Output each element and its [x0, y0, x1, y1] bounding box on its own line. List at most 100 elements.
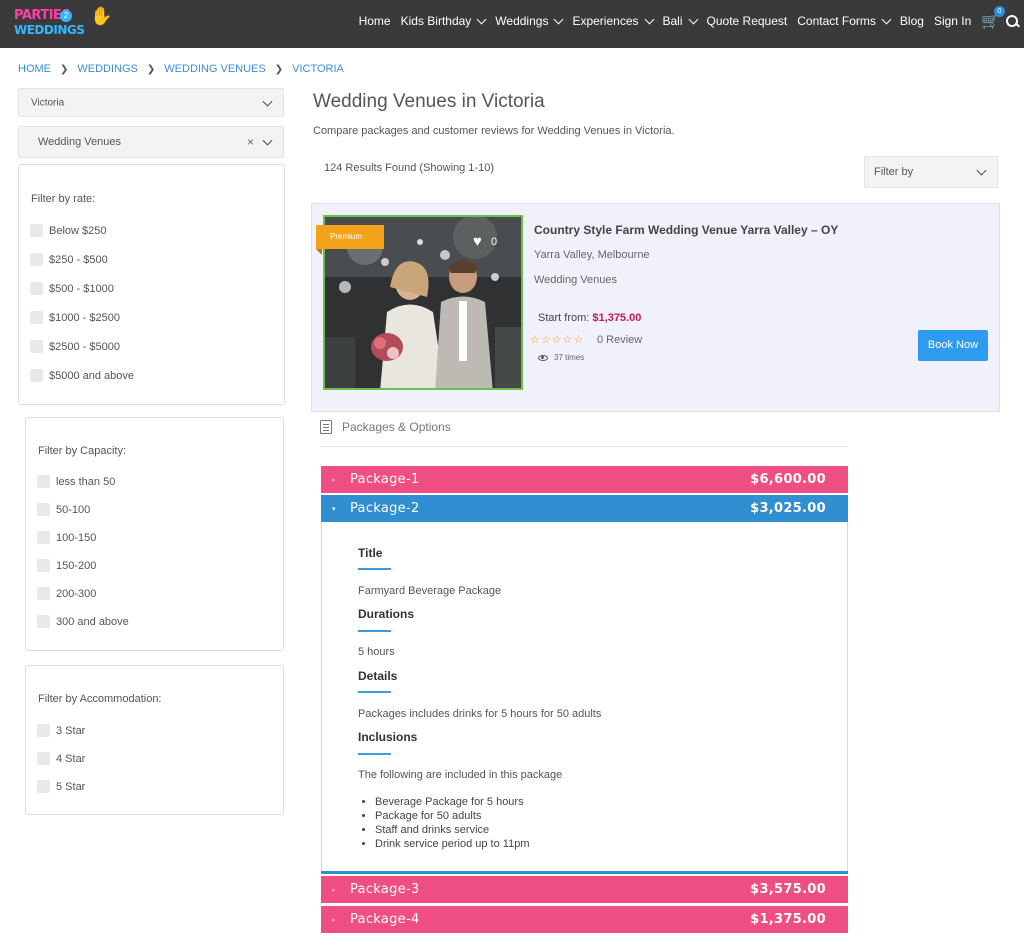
eye-icon [538, 354, 548, 361]
nav-blog[interactable]: Blog [900, 14, 924, 28]
heart-icon[interactable]: ♥ [473, 233, 482, 250]
checkbox[interactable] [37, 752, 50, 765]
detail-details-value: Packages includes drinks for 5 hours for… [358, 708, 602, 720]
rate-option[interactable]: $2500 - $5000 [30, 340, 120, 353]
site-logo[interactable]: PARTIES 2 WEDDINGS ✋ [14, 6, 112, 40]
package-name: Package-4 [350, 912, 420, 927]
main-nav: Home Kids Birthday Weddings Experiences … [349, 0, 1018, 42]
expand-icon: ▸ [332, 885, 336, 894]
top-navbar: PARTIES 2 WEDDINGS ✋ Home Kids Birthday … [0, 0, 1024, 48]
list-item: Beverage Package for 5 hours [375, 795, 529, 809]
checkbox[interactable] [37, 475, 50, 488]
checkbox[interactable] [37, 531, 50, 544]
location-select[interactable]: Victoria [18, 88, 284, 117]
cart-count: 0 [994, 6, 1005, 17]
venue-category: Wedding Venues [534, 274, 617, 286]
nav-bali[interactable]: Bali [663, 14, 698, 28]
inclusions-list: Beverage Package for 5 hours Package for… [375, 795, 529, 851]
book-now-button[interactable]: Book Now [918, 330, 988, 361]
review-count[interactable]: 0 Review [597, 334, 642, 346]
checkbox[interactable] [30, 311, 43, 324]
breadcrumb-victoria[interactable]: VICTORIA [292, 63, 344, 75]
page-subtitle: Compare packages and customer reviews fo… [313, 125, 675, 137]
detail-durations-value: 5 hours [358, 646, 395, 658]
list-item: Package for 50 adults [375, 809, 529, 823]
checkbox[interactable] [30, 224, 43, 237]
nav-weddings[interactable]: Weddings [495, 14, 564, 28]
chevron-down-icon [688, 14, 698, 24]
breadcrumb-weddings[interactable]: WEDDINGS [77, 63, 138, 75]
capacity-option[interactable]: 50-100 [37, 503, 90, 516]
search-icon[interactable] [1006, 15, 1018, 27]
clear-icon[interactable]: × [247, 135, 254, 149]
package-name: Package-2 [350, 501, 420, 516]
nav-sign-in[interactable]: Sign In [934, 14, 971, 28]
checkbox[interactable] [37, 615, 50, 628]
detail-inclusions-label: Inclusions [358, 730, 418, 744]
premium-badge: Premium [316, 225, 384, 255]
capacity-option[interactable]: less than 50 [37, 475, 115, 488]
chevron-down-icon [976, 165, 987, 176]
rate-option[interactable]: $1000 - $2500 [30, 311, 120, 324]
divider [320, 446, 848, 447]
category-select[interactable]: Wedding Venues × [18, 126, 284, 158]
accommodation-option[interactable]: 3 Star [37, 724, 85, 737]
package-row[interactable]: ▾ Package-2 $3,025.00 [321, 495, 848, 522]
checkbox[interactable] [30, 340, 43, 353]
capacity-option[interactable]: 100-150 [37, 531, 96, 544]
package-name: Package-1 [350, 472, 420, 487]
logo-line2: WEDDINGS [14, 23, 85, 37]
checkbox[interactable] [30, 253, 43, 266]
rate-option[interactable]: $500 - $1000 [30, 282, 114, 295]
category-select-value: Wedding Venues [38, 136, 121, 148]
panel-bottom-bar [321, 871, 848, 874]
venue-title[interactable]: Country Style Farm Wedding Venue Yarra V… [534, 223, 838, 237]
nav-quote-request[interactable]: Quote Request [707, 14, 788, 28]
divider [358, 568, 391, 570]
breadcrumb-wedding-venues[interactable]: WEDDING VENUES [164, 63, 265, 75]
package-row[interactable]: ▸ Package-4 $1,375.00 [321, 906, 848, 933]
filter-by-select[interactable]: Filter by [864, 156, 998, 188]
rate-option[interactable]: $5000 and above [30, 369, 134, 382]
document-icon [320, 420, 332, 434]
rate-option[interactable]: Below $250 [30, 224, 107, 237]
accommodation-option[interactable]: 4 Star [37, 752, 85, 765]
cart-icon[interactable]: 🛒 0 [981, 6, 1005, 30]
package-row[interactable]: ▸ Package-3 $3,575.00 [321, 876, 848, 903]
capacity-option[interactable]: 150-200 [37, 559, 96, 572]
checkbox[interactable] [37, 559, 50, 572]
rate-option[interactable]: $250 - $500 [30, 253, 108, 266]
divider [358, 691, 391, 693]
filter-accommodation-title: Filter by Accommodation: [38, 693, 162, 705]
checkbox[interactable] [37, 503, 50, 516]
chevron-down-icon [262, 96, 273, 107]
results-count: 124 Results Found (Showing 1-10) [324, 162, 494, 174]
checkbox[interactable] [37, 780, 50, 793]
checkbox[interactable] [30, 282, 43, 295]
checkbox[interactable] [37, 724, 50, 737]
nav-home[interactable]: Home [359, 14, 391, 28]
package-price: $3,025.00 [750, 501, 826, 516]
expand-icon: ▸ [332, 915, 336, 924]
filter-rate-title: Filter by rate: [31, 193, 96, 205]
capacity-option[interactable]: 300 and above [37, 615, 129, 628]
chevron-right-icon: ❯ [274, 63, 284, 75]
logo-badge: 2 [60, 10, 72, 22]
nav-contact-forms[interactable]: Contact Forms [797, 14, 892, 28]
detail-title-label: Title [358, 546, 383, 560]
list-item: Staff and drinks service [375, 823, 529, 837]
package-row[interactable]: ▸ Package-1 $6,600.00 [321, 466, 848, 493]
capacity-option[interactable]: 200-300 [37, 587, 96, 600]
list-item: Drink service period up to 11pm [375, 837, 529, 851]
venue-location: Yarra Valley, Melbourne [534, 249, 650, 261]
breadcrumb-home[interactable]: HOME [18, 63, 51, 75]
checkbox[interactable] [37, 587, 50, 600]
nav-kids-birthday[interactable]: Kids Birthday [401, 14, 487, 28]
start-price-value: $1,375.00 [592, 312, 642, 324]
nav-experiences[interactable]: Experiences [572, 14, 654, 28]
checkbox[interactable] [30, 369, 43, 382]
chevron-down-icon [262, 135, 273, 146]
chevron-down-icon [881, 14, 892, 24]
accommodation-option[interactable]: 5 Star [37, 780, 85, 793]
breadcrumb: HOME ❯ WEDDINGS ❯ WEDDING VENUES ❯ VICTO… [18, 63, 344, 75]
